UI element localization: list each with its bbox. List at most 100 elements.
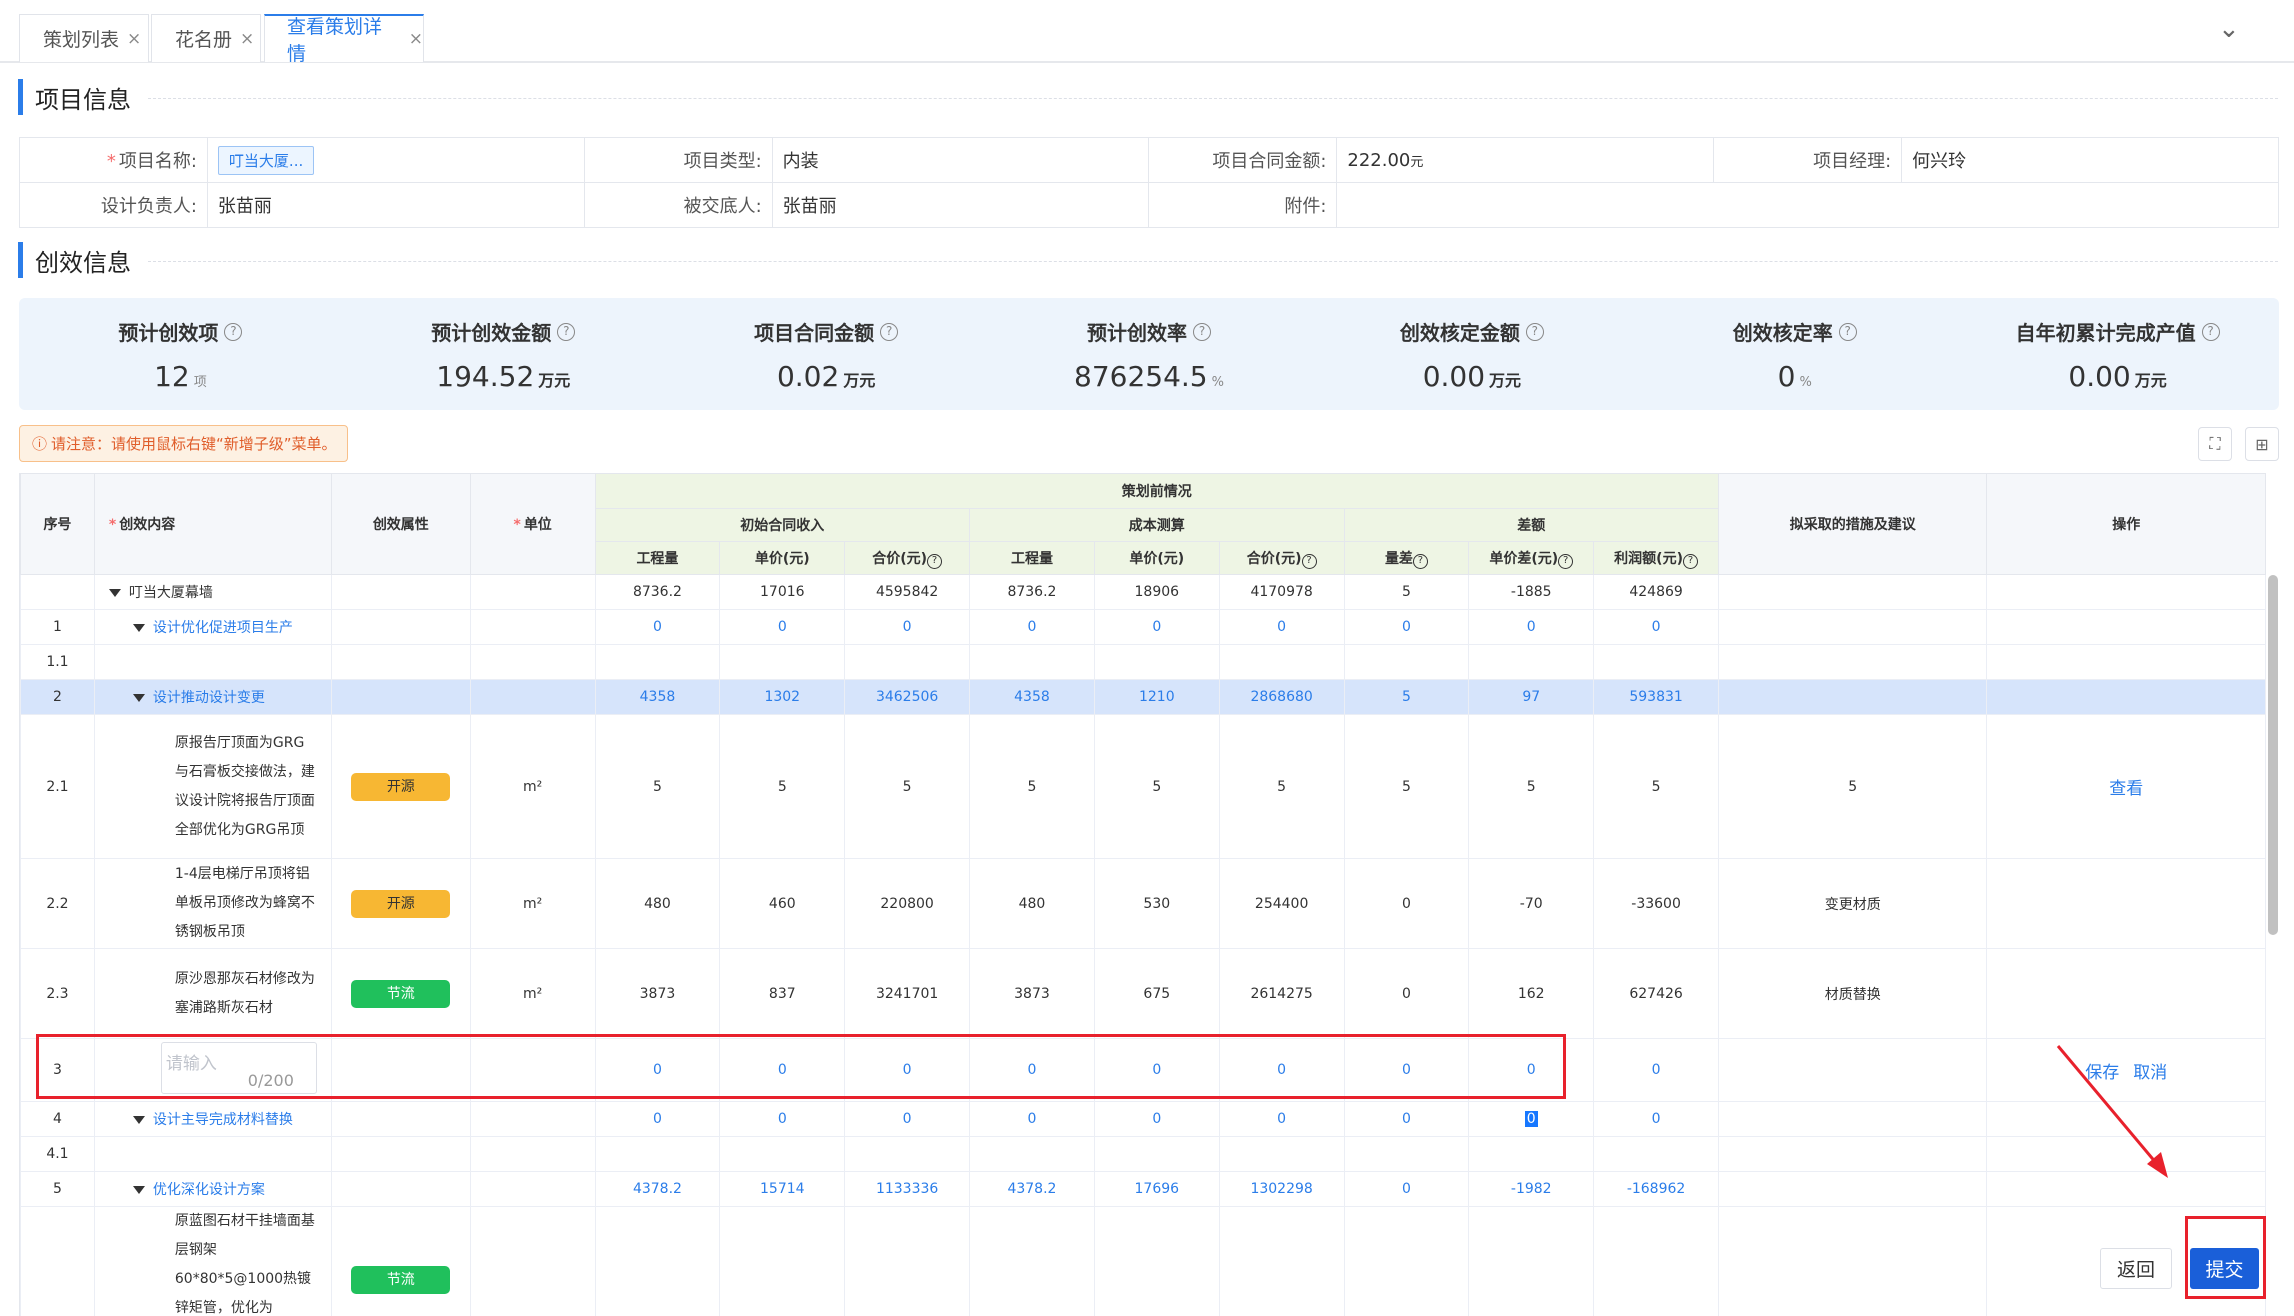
cell-operation[interactable]	[1986, 609, 2266, 645]
expand-caret-icon[interactable]	[108, 589, 121, 597]
design-lead-value: 张苗丽	[206, 182, 585, 228]
cell-content[interactable]: 设计优化促进项目生产	[93, 609, 332, 645]
table-row[interactable]: 2 设计推动设计变更 4358 1302 3462506 4358 1210 2868680 5…	[20, 679, 2266, 715]
cell-operation[interactable]	[1986, 948, 2266, 1039]
cell-value: 0	[1468, 609, 1595, 645]
stat-unit: 万元	[1489, 371, 1522, 390]
project-manager-value: 何兴玲	[1901, 137, 2279, 183]
tab-plan-detail[interactable]: 查看策划详情 ×	[264, 14, 424, 65]
expand-caret-icon[interactable]	[132, 624, 145, 632]
col-price: 单价(元)	[1093, 541, 1220, 575]
submit-button[interactable]: 提交	[2190, 1248, 2259, 1289]
cell-value: 0	[1093, 609, 1220, 645]
cell-value	[594, 644, 721, 680]
cell-content: 原沙恩那灰石材修改为塞浦路斯灰石材	[93, 948, 332, 1039]
notice-text: 请注意：请使用鼠标右键“新增子级”菜单。	[51, 435, 337, 453]
cell-value	[719, 1206, 846, 1316]
close-icon[interactable]: ×	[409, 29, 423, 49]
help-icon[interactable]: ?	[1193, 322, 1211, 341]
table-row[interactable]: 2.2 1-4层电梯厅吊顶将铝单板吊顶修改为蜂窝不锈钢板吊顶 开源 m² 480 460 2…	[20, 858, 2266, 949]
col-price: 单价(元)	[719, 541, 846, 575]
table-row[interactable]: 4.1	[20, 1136, 2266, 1172]
help-icon[interactable]: ?	[224, 322, 243, 341]
help-icon[interactable]: ?	[880, 322, 899, 341]
cell-value: 3462506	[844, 679, 971, 715]
project-name-chip[interactable]: 叮当大厦...	[217, 145, 315, 175]
chevron-down-icon[interactable]: ⌄	[2218, 14, 2240, 44]
cell-attr: 开源	[330, 858, 471, 949]
stat-card: 创效核定金额? 0.00 万元	[1310, 298, 1633, 410]
table-row[interactable]: 2.1 原报告厅顶面为GRG与石膏板交接做法，建议设计院将报告厅顶面全部优化为GR…	[20, 714, 2266, 859]
project-type-value: 内装	[771, 137, 1150, 183]
expand-caret-icon[interactable]	[132, 1116, 145, 1124]
stat-label: 创效核定金额	[1399, 321, 1520, 345]
stat-unit: 万元	[843, 371, 876, 390]
col-qty-diff: 量差?	[1343, 541, 1470, 575]
cell-unit	[469, 574, 596, 610]
close-icon[interactable]: ×	[240, 29, 254, 49]
table-row[interactable]: 5 优化深化设计方案 4378.2 15714 1133336 4378.2 17696 13…	[20, 1171, 2266, 1207]
table-row[interactable]: 1.1	[20, 644, 2266, 680]
tab-plan-list[interactable]: 策划列表 ×	[19, 14, 149, 62]
cell-operation[interactable]: 查看	[1986, 714, 2266, 859]
stat-value: 0	[1777, 360, 1796, 393]
cell-value: 5	[719, 714, 846, 859]
cell-measure: 变更材质	[1717, 858, 1988, 949]
attachment-value[interactable]	[1336, 182, 2279, 228]
stat-card: 项目合同金额? 0.02 万元	[665, 298, 988, 410]
help-icon[interactable]: ?	[1558, 553, 1574, 569]
cell-value: 837	[719, 948, 846, 1039]
cell-value: 5	[1093, 714, 1220, 859]
cell-value	[969, 644, 1095, 680]
cell-unit	[469, 1136, 596, 1172]
close-icon[interactable]: ×	[127, 29, 141, 49]
back-button[interactable]: 返回	[2100, 1248, 2172, 1289]
cell-operation[interactable]	[1986, 858, 2266, 949]
table-row[interactable]: 叮当大厦幕墙 8736.2 17016 4595842 8736.2 18906 41709…	[20, 574, 2266, 610]
cell-unit	[469, 679, 596, 715]
cell-content[interactable]: 设计主导完成材料替换	[93, 1101, 332, 1137]
cell-value[interactable]: 0	[1468, 1101, 1595, 1137]
help-icon[interactable]: ?	[1838, 322, 1857, 341]
cell-value: 0	[1343, 1171, 1470, 1207]
cell-value: 0	[969, 609, 1095, 645]
column-settings-button[interactable]: ⊞	[2245, 427, 2279, 461]
annotation-arrow-icon	[2056, 1045, 2168, 1178]
stat-unit: 万元	[538, 371, 571, 390]
cell-attr	[330, 644, 471, 680]
section-title: 项目信息	[35, 85, 131, 114]
help-icon[interactable]: ?	[1412, 553, 1428, 569]
fullscreen-button[interactable]: ⛶	[2198, 427, 2232, 461]
cell-value	[1218, 1136, 1345, 1172]
help-icon[interactable]: ?	[1682, 553, 1698, 569]
cell-operation[interactable]	[1986, 644, 2266, 680]
vertical-scrollbar[interactable]	[2268, 575, 2278, 935]
cell-value: 530	[1093, 858, 1220, 949]
cell-value: 5	[1343, 679, 1470, 715]
help-icon[interactable]: ?	[927, 553, 943, 569]
table-row[interactable]: 4 设计主导完成材料替换 0 0 0 0 0 0 0 0 0	[20, 1101, 2266, 1137]
cell-value	[1093, 1206, 1220, 1316]
col-qty: 工程量	[594, 541, 721, 575]
cell-measure: 材质替换	[1717, 948, 1988, 1039]
cell-content[interactable]: 优化深化设计方案	[93, 1171, 332, 1207]
table-row[interactable]: 1 设计优化促进项目生产 0 0 0 0 0 0 0 0 0	[20, 609, 2266, 645]
cell-value	[969, 1136, 1095, 1172]
cell-operation[interactable]	[1986, 574, 2266, 610]
cell-content[interactable]: 设计推动设计变更	[93, 679, 332, 715]
help-icon[interactable]: ?	[557, 322, 576, 341]
cell-measure	[1717, 1171, 1988, 1207]
help-icon[interactable]: ?	[1525, 322, 1544, 341]
table-row[interactable]: 2.3 原沙恩那灰石材修改为塞浦路斯灰石材 节流 m² 3873 837 3241701 38…	[20, 948, 2266, 1039]
expand-caret-icon[interactable]	[132, 694, 145, 702]
tab-roster[interactable]: 花名册 ×	[151, 14, 261, 62]
project-manager-label: 项目经理:	[1713, 137, 1903, 183]
cell-value: -33600	[1593, 858, 1719, 949]
project-name-value[interactable]: 叮当大厦...	[206, 137, 585, 183]
table-row[interactable]: 原蓝图石材干挂墙面基层钢架60*80*5@1000热镀锌矩管，优化为60*80*…	[20, 1206, 2266, 1316]
cell-operation[interactable]	[1986, 679, 2266, 715]
expand-caret-icon[interactable]	[132, 1186, 145, 1194]
help-icon[interactable]: ?	[2201, 322, 2220, 341]
help-icon[interactable]: ?	[1301, 553, 1317, 569]
col-content: * 创效内容	[93, 473, 332, 575]
